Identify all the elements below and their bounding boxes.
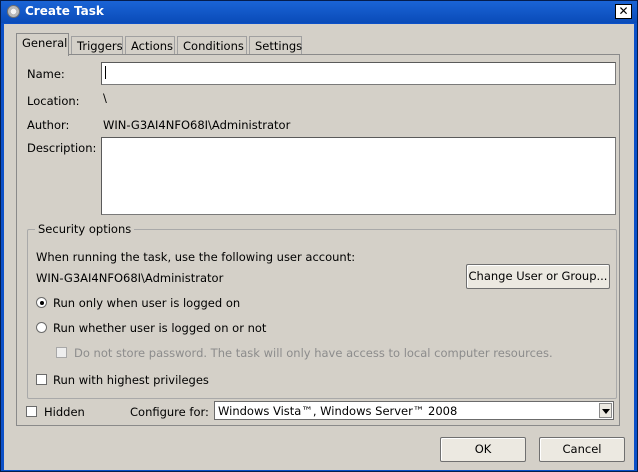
- window-title: Create Task: [25, 4, 104, 18]
- cancel-button[interactable]: Cancel: [539, 437, 625, 462]
- highest-privileges-label[interactable]: Run with highest privileges: [53, 373, 209, 387]
- title-bar[interactable]: Create Task ✕: [1, 1, 637, 23]
- dialog-client-area: General Triggers Actions Conditions Sett…: [4, 24, 634, 470]
- security-options-group: Security options When running the task, …: [27, 222, 617, 399]
- run-logged-on-radio[interactable]: [36, 297, 47, 308]
- run-logged-on-label[interactable]: Run only when user is logged on: [53, 296, 240, 310]
- user-account-value: WIN-G3AI4NFO68I\Administrator: [36, 271, 224, 285]
- run-whether-label[interactable]: Run whether user is logged on or not: [53, 321, 266, 335]
- description-input[interactable]: [101, 137, 616, 215]
- task-scheduler-icon: [7, 5, 20, 18]
- radio-selected-dot: [39, 300, 44, 305]
- description-label: Description:: [27, 141, 97, 155]
- author-label: Author:: [27, 118, 70, 132]
- configure-for-label: Configure for:: [130, 405, 209, 419]
- location-value: \: [103, 91, 107, 105]
- name-label: Name:: [27, 67, 65, 81]
- tab-actions[interactable]: Actions: [125, 36, 175, 55]
- security-options-title: Security options: [35, 222, 135, 236]
- create-task-window: Create Task ✕ General Triggers Actions C…: [0, 0, 638, 472]
- ok-button[interactable]: OK: [440, 437, 526, 462]
- hidden-label[interactable]: Hidden: [44, 405, 85, 419]
- name-input[interactable]: [101, 62, 616, 85]
- configure-for-value: Windows Vista™, Windows Server™ 2008: [218, 404, 458, 418]
- text-caret: [105, 66, 106, 79]
- chevron-down-icon[interactable]: [599, 403, 612, 418]
- tab-general[interactable]: General: [16, 33, 69, 56]
- general-tab-panel: Name: Location: \ Author: WIN-G3AI4NFO68…: [16, 54, 620, 426]
- no-store-password-label: Do not store password. The task will onl…: [74, 346, 553, 360]
- tab-settings[interactable]: Settings: [249, 36, 302, 55]
- hidden-checkbox[interactable]: [26, 406, 37, 417]
- no-store-password-checkbox: [56, 347, 67, 358]
- author-value: WIN-G3AI4NFO68I\Administrator: [103, 118, 291, 132]
- configure-for-select[interactable]: Windows Vista™, Windows Server™ 2008: [214, 401, 614, 420]
- highest-privileges-checkbox[interactable]: [36, 374, 47, 385]
- location-label: Location:: [27, 94, 80, 108]
- tab-conditions[interactable]: Conditions: [177, 36, 247, 55]
- account-prompt: When running the task, use the following…: [36, 250, 356, 264]
- run-whether-radio[interactable]: [36, 322, 47, 333]
- close-button[interactable]: ✕: [615, 4, 632, 19]
- tab-triggers[interactable]: Triggers: [71, 36, 123, 55]
- change-user-button[interactable]: Change User or Group...: [466, 264, 610, 289]
